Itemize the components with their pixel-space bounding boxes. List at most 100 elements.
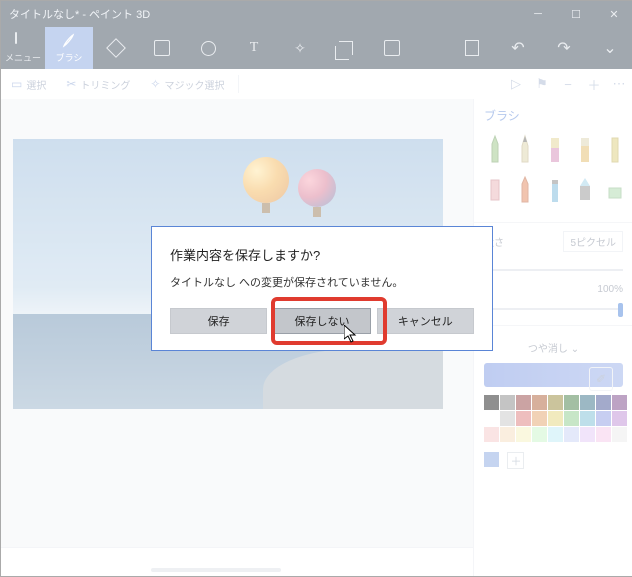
tool-spray[interactable] [544, 174, 566, 206]
color-swatch[interactable] [500, 411, 515, 426]
undo-icon: ↶ [511, 38, 524, 58]
panel-heading: ブラシ [484, 107, 623, 124]
box-icon [384, 40, 400, 56]
cancel-button[interactable]: キャンセル [377, 308, 474, 334]
eyedropper-button[interactable]: ✐ [589, 367, 613, 391]
color-swatch[interactable] [516, 411, 531, 426]
trimming-label: トリミング [80, 77, 130, 92]
magic-label: マジック選択 [164, 77, 224, 92]
tool-crayon[interactable] [514, 174, 536, 206]
tool-watercolor[interactable] [574, 134, 596, 166]
toolbar-secondary: ▭ 選択 ✂トリミング ✧ マジック選択 ▷ ⚑ − ＋ ⋯ [1, 69, 632, 99]
effects-tab[interactable]: ✧ [277, 27, 323, 69]
library-tab[interactable] [369, 27, 415, 69]
undo-button[interactable]: ↶ [495, 27, 541, 69]
color-swatch[interactable] [612, 427, 627, 442]
select-icon: ▭ [11, 77, 22, 91]
brush-tab[interactable]: ブラシ [45, 27, 93, 69]
redo-button[interactable]: ↷ [541, 27, 587, 69]
color-swatch[interactable] [612, 411, 627, 426]
shapes-2d-tab[interactable] [93, 27, 139, 69]
color-swatch[interactable] [484, 411, 499, 426]
view-flag[interactable]: ⚑ [529, 76, 555, 92]
maximize-button[interactable]: ☐ [557, 1, 595, 27]
select-tool[interactable]: ▭ 選択 [1, 77, 56, 92]
tool-marker[interactable] [484, 134, 506, 166]
text-tab[interactable]: T [231, 27, 277, 69]
text-icon: T [250, 41, 259, 55]
app-window: タイトルなし* - ペイント 3D ─ ☐ ✕ メニュー ブラシ T ✧ ↶ ↷… [0, 0, 632, 577]
save-button[interactable]: 保存 [170, 308, 267, 334]
tool-pixel[interactable] [604, 174, 626, 206]
color-swatch[interactable] [516, 395, 531, 410]
color-swatch[interactable] [564, 427, 579, 442]
save-dialog: 作業内容を保存しますか? タイトルなし への変更が保存されていません。 保存 保… [151, 226, 493, 351]
color-swatch[interactable] [484, 427, 499, 442]
color-swatch[interactable] [532, 395, 547, 410]
tool-fill[interactable] [574, 174, 596, 206]
color-swatch[interactable] [500, 395, 515, 410]
color-swatch[interactable] [564, 411, 579, 426]
zoom-out[interactable]: − [555, 77, 581, 92]
canvas-tab[interactable] [323, 27, 369, 69]
material-dropdown[interactable]: つや消し ⌄ [484, 340, 623, 355]
thickness-value[interactable]: 5ピクセル [563, 231, 623, 252]
scroll-indicator[interactable] [151, 568, 281, 572]
status-bar [1, 547, 473, 576]
menu-button[interactable]: メニュー [1, 27, 45, 69]
color-swatch[interactable] [548, 427, 563, 442]
color-swatch[interactable] [580, 411, 595, 426]
menu-icon [15, 33, 31, 49]
redo-icon: ↷ [557, 38, 570, 58]
tool-oil[interactable] [544, 134, 566, 166]
color-swatches [484, 395, 623, 442]
select-label: 選択 [26, 77, 46, 92]
color-swatch[interactable] [596, 395, 611, 410]
brush-icon [61, 33, 77, 49]
tool-calligraphy[interactable] [514, 134, 536, 166]
dont-save-button[interactable]: 保存しない [273, 308, 370, 334]
paste-button[interactable] [449, 27, 495, 69]
chevron-down-icon: ⌄ [571, 344, 579, 355]
circle-icon [201, 41, 216, 56]
color-swatch[interactable] [516, 427, 531, 442]
color-swatch[interactable] [548, 395, 563, 410]
separator [238, 75, 239, 93]
color-swatch[interactable] [580, 395, 595, 410]
trimming-tool[interactable]: ✂トリミング [56, 77, 140, 92]
wand-icon: ✧ [150, 77, 160, 91]
color-swatch[interactable] [596, 411, 611, 426]
tool-pencil[interactable] [604, 134, 626, 166]
stickers-tab[interactable] [185, 27, 231, 69]
color-swatch[interactable] [532, 427, 547, 442]
current-color[interactable] [484, 452, 499, 467]
diamond-icon [106, 38, 126, 58]
color-swatch[interactable] [612, 395, 627, 410]
thickness-slider[interactable] [484, 260, 623, 280]
cube-icon [154, 40, 170, 56]
thickness-row: 太さ 5ピクセル [484, 231, 623, 252]
chevron-down-icon: ⌄ [603, 38, 616, 58]
add-color-button[interactable]: ＋ [507, 452, 524, 469]
color-swatch[interactable] [532, 411, 547, 426]
zoom-in[interactable]: ＋ [581, 75, 607, 94]
opacity-slider[interactable] [484, 299, 623, 319]
shapes-3d-tab[interactable] [139, 27, 185, 69]
thickness-label: 太さ [484, 234, 563, 249]
view-3d-toggle[interactable]: ▷ [503, 76, 529, 92]
color-swatch[interactable] [500, 427, 515, 442]
history-expand[interactable]: ⌄ [587, 27, 632, 69]
magic-select-tool[interactable]: ✧ マジック選択 [140, 77, 234, 92]
more-button[interactable]: ⋯ [607, 76, 632, 92]
tool-eraser[interactable] [484, 174, 506, 206]
close-button[interactable]: ✕ [595, 1, 632, 27]
minimize-button[interactable]: ─ [519, 1, 557, 27]
brush-tab-label: ブラシ [56, 51, 83, 64]
color-swatch[interactable] [548, 411, 563, 426]
color-swatch[interactable] [596, 427, 611, 442]
color-swatch[interactable] [580, 427, 595, 442]
color-swatch[interactable] [484, 395, 499, 410]
sparkle-icon: ✧ [294, 40, 306, 57]
color-swatch[interactable] [564, 395, 579, 410]
slider-thumb[interactable] [618, 303, 623, 317]
